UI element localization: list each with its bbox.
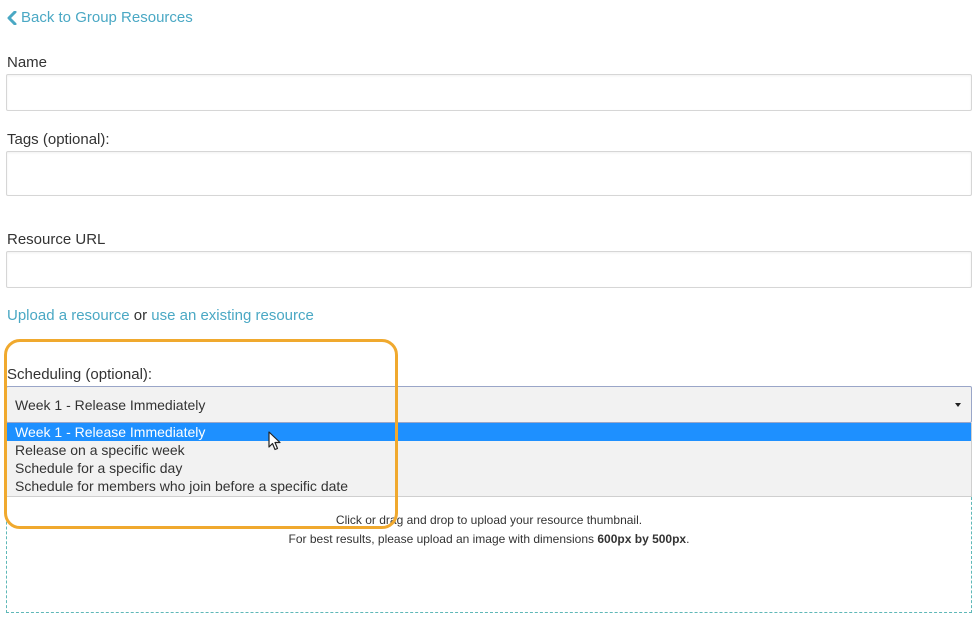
dropzone-instruction: Click or drag and drop to upload your re… — [335, 513, 643, 527]
scheduling-options-list: Week 1 - Release Immediately Release on … — [6, 423, 972, 497]
mouse-pointer-icon — [268, 431, 282, 456]
scheduling-option-specific-week[interactable]: Release on a specific week — [7, 441, 971, 459]
back-to-group-resources-link[interactable]: Back to Group Resources — [7, 9, 193, 26]
tags-label: Tags (optional): — [7, 131, 110, 148]
resource-url-label: Resource URL — [7, 231, 106, 248]
caret-down-icon — [955, 403, 961, 407]
scheduling-option-join-before-date[interactable]: Schedule for members who join before a s… — [7, 477, 971, 495]
name-label: Name — [7, 54, 48, 71]
dropzone-dimensions-hint: For best results, please upload an image… — [7, 532, 971, 546]
scheduling-label: Scheduling (optional): — [7, 366, 153, 383]
upload-or-text: or — [129, 307, 152, 324]
scheduling-option-release-immediately[interactable]: Week 1 - Release Immediately — [7, 423, 971, 441]
use-existing-resource-link[interactable]: use an existing resource — [151, 307, 314, 324]
name-input[interactable] — [6, 74, 972, 111]
scheduling-selected-value: Week 1 - Release Immediately — [15, 397, 206, 413]
upload-resource-link[interactable]: Upload a resource — [7, 307, 130, 324]
thumbnail-dropzone[interactable]: Click or drag and drop to upload your re… — [6, 497, 972, 613]
dimensions-hint-suffix: . — [686, 532, 690, 546]
tags-input[interactable] — [6, 151, 972, 196]
scheduling-select[interactable]: Week 1 - Release Immediately — [6, 386, 972, 423]
dimensions-value: 600px by 500px — [597, 532, 687, 546]
resource-url-input[interactable] — [6, 251, 972, 288]
chevron-left-icon — [7, 10, 17, 25]
upload-options-line: Upload a resource or use an existing res… — [7, 307, 314, 324]
resource-form-page: Back to Group Resources Name Tags (optio… — [0, 0, 980, 624]
back-link-label: Back to Group Resources — [21, 9, 193, 26]
dimensions-hint-prefix: For best results, please upload an image… — [288, 532, 598, 546]
scheduling-option-specific-day[interactable]: Schedule for a specific day — [7, 459, 971, 477]
